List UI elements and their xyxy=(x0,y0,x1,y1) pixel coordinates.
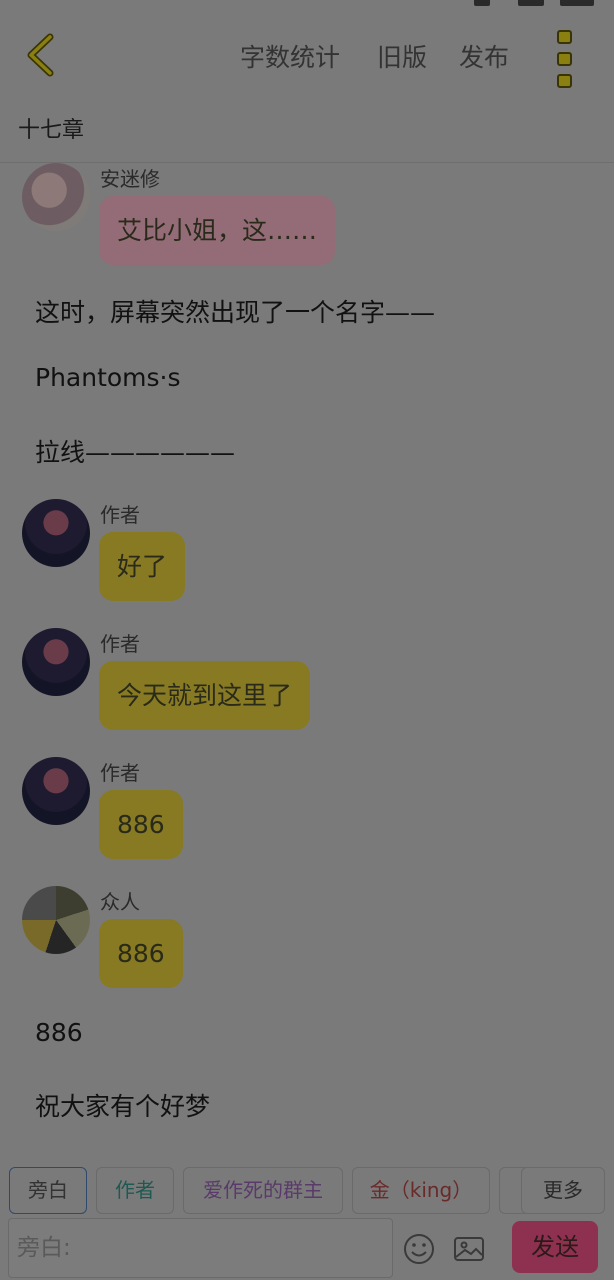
emoji-button[interactable] xyxy=(402,1232,436,1266)
chevron-left-icon xyxy=(27,33,54,77)
more-menu-button[interactable] xyxy=(548,28,582,92)
avatar[interactable] xyxy=(22,499,90,567)
character-tab-author[interactable]: 作者 xyxy=(96,1167,174,1214)
image-icon xyxy=(454,1237,484,1261)
narration-text[interactable]: 886 xyxy=(35,1018,83,1047)
more-characters-button[interactable]: 更多 xyxy=(521,1167,605,1214)
publish-button[interactable]: 发布 xyxy=(459,38,509,74)
sender-name: 作者 xyxy=(100,503,140,527)
status-bar xyxy=(0,0,614,14)
message-bubble[interactable]: 好了 xyxy=(99,532,186,601)
app-header: 字数统计 旧版 发布 xyxy=(0,14,614,100)
avatar[interactable] xyxy=(22,886,90,954)
status-time xyxy=(30,0,36,11)
message-input[interactable] xyxy=(8,1218,393,1278)
message-bubble[interactable]: 今天就到这里了 xyxy=(99,661,311,730)
smiley-icon xyxy=(404,1234,434,1264)
sender-name: 安迷修 xyxy=(100,167,160,191)
sender-name: 作者 xyxy=(100,632,140,656)
send-button[interactable]: 发送 xyxy=(512,1221,598,1273)
word-count-button[interactable]: 字数统计 xyxy=(240,38,340,74)
avatar[interactable] xyxy=(22,163,90,231)
avatar[interactable] xyxy=(22,757,90,825)
back-button[interactable] xyxy=(18,30,62,80)
narration-text[interactable]: 这时，屏幕突然出现了一个名字—— xyxy=(35,293,435,329)
chapter-title: 十七章 xyxy=(18,118,85,143)
character-selector: 旁白 作者 爱作死的群主 金（king） 更多 xyxy=(0,1158,614,1214)
message-bubble[interactable]: 886 xyxy=(99,919,183,988)
sender-name: 作者 xyxy=(100,761,140,785)
character-tab-group-owner[interactable]: 爱作死的群主 xyxy=(183,1167,343,1214)
old-version-button[interactable]: 旧版 xyxy=(377,38,427,74)
sender-name: 众人 xyxy=(100,890,140,914)
message-bubble[interactable]: 艾比小姐，这…… xyxy=(99,196,336,265)
narration-text[interactable]: 祝大家有个好梦 xyxy=(35,1087,210,1123)
narration-text[interactable]: Phantoms·s xyxy=(35,363,181,392)
dot-icon xyxy=(557,30,572,44)
dot-icon xyxy=(557,74,572,88)
narration-text[interactable]: 拉线—————— xyxy=(35,433,235,469)
status-icons xyxy=(474,0,594,6)
dot-icon xyxy=(557,52,572,66)
image-button[interactable] xyxy=(452,1232,486,1266)
chat-content[interactable]: 安迷修 艾比小姐，这…… 这时，屏幕突然出现了一个名字—— Phantoms·s… xyxy=(0,163,614,1140)
character-tab-king[interactable]: 金（king） xyxy=(352,1167,490,1214)
message-bubble[interactable]: 886 xyxy=(99,790,183,859)
avatar[interactable] xyxy=(22,628,90,696)
input-bar: 发送 xyxy=(0,1216,614,1280)
character-tab-narrator[interactable]: 旁白 xyxy=(9,1167,87,1214)
